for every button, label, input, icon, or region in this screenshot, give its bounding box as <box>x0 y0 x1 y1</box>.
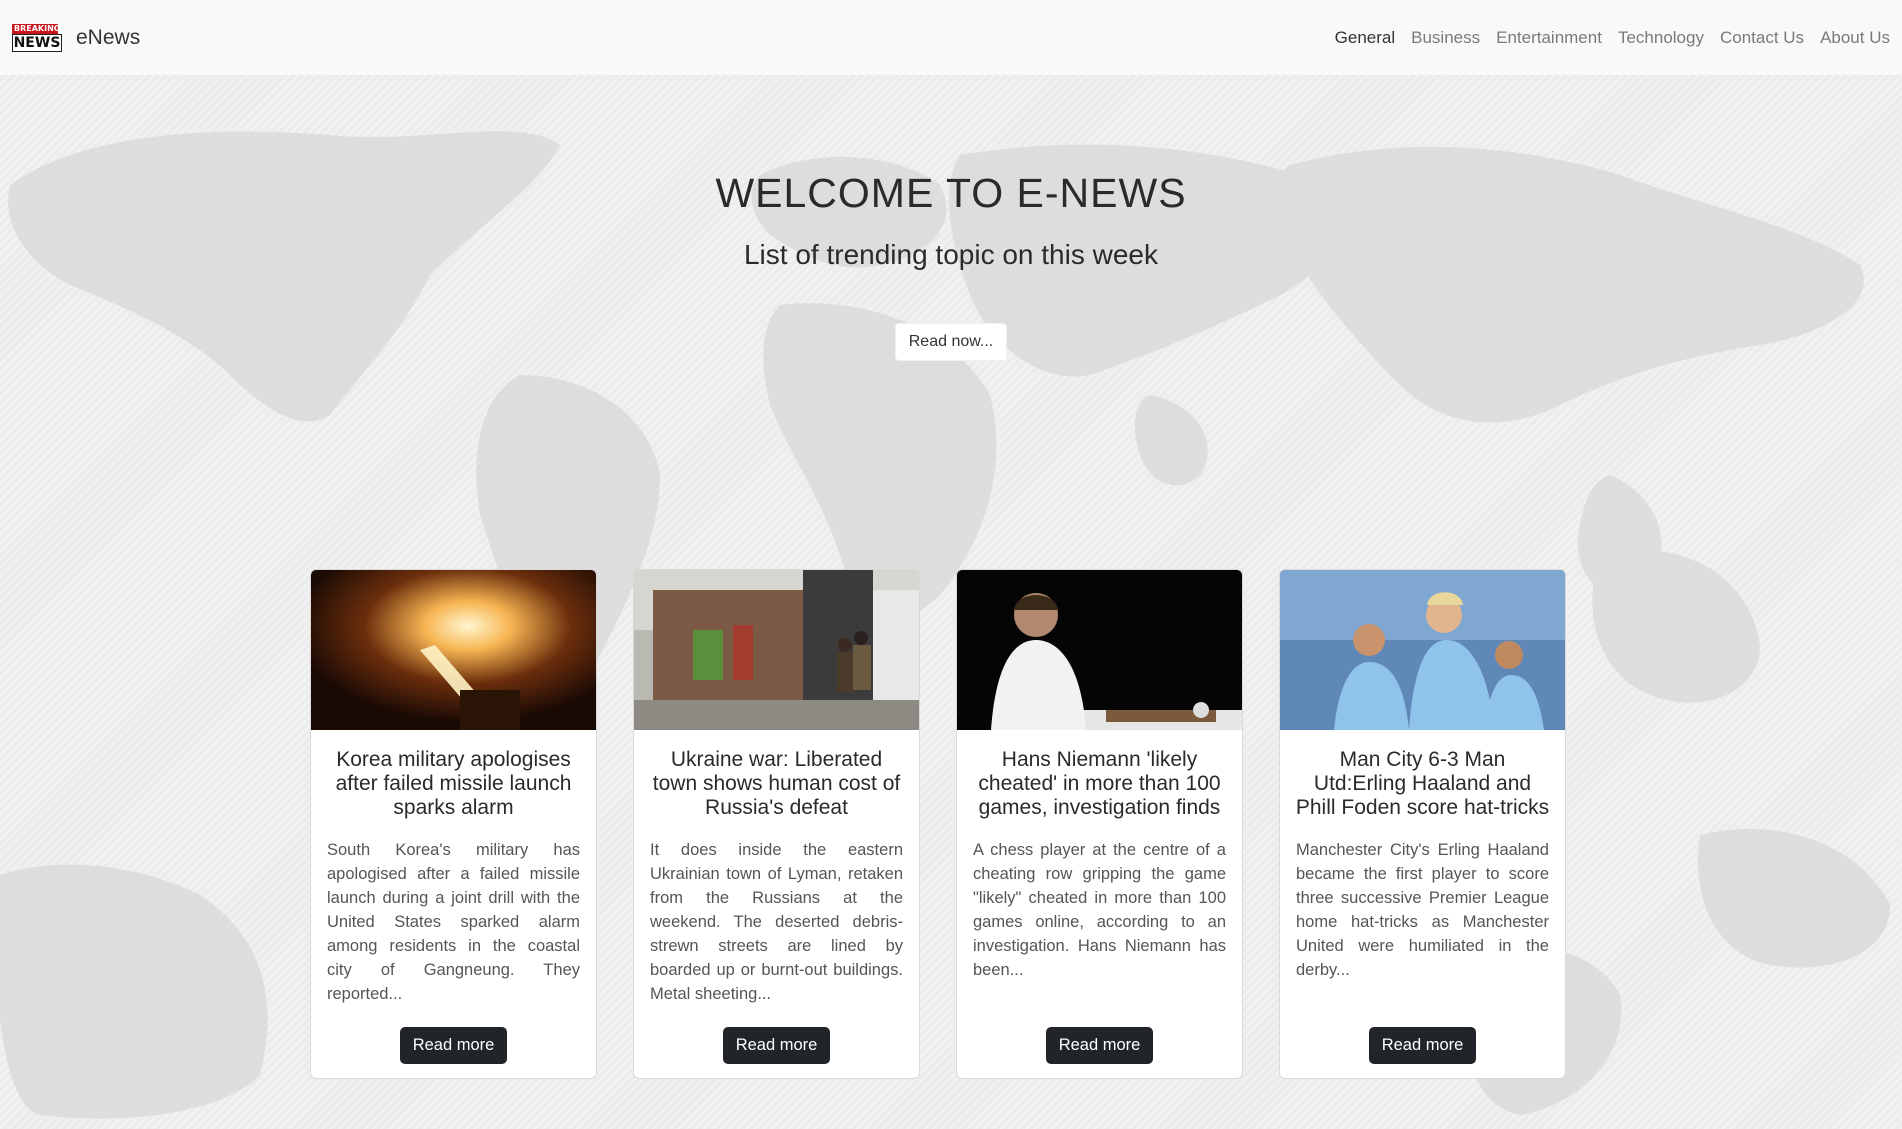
nav-link-technology[interactable]: Technology <box>1618 28 1704 48</box>
card-title: Ukraine war: Liberated town shows human … <box>652 748 901 819</box>
read-more-button[interactable]: Read more <box>1368 1027 1477 1064</box>
card-text: South Korea's military has apologised af… <box>327 841 580 1003</box>
brand-link[interactable]: BREAKING NEWS eNews <box>12 23 141 52</box>
read-more-button[interactable]: Read more <box>399 1027 508 1064</box>
hero-section: WELCOME TO E-NEWS List of trending topic… <box>0 75 1902 361</box>
read-more-button[interactable]: Read more <box>1045 1027 1154 1064</box>
news-card: Hans Niemann 'likely cheated' in more th… <box>956 569 1243 1079</box>
card-text: Manchester City's Erling Haaland became … <box>1296 841 1549 979</box>
card-title: Korea military apologises after failed m… <box>335 748 572 819</box>
nav-link-about-us[interactable]: About Us <box>1820 28 1890 48</box>
chess-player-image <box>957 570 1242 730</box>
football-players-image <box>1280 570 1565 730</box>
breaking-news-logo: BREAKING NEWS <box>12 23 62 52</box>
nav-link-entertainment[interactable]: Entertainment <box>1496 28 1602 48</box>
news-card: Korea military apologises after failed m… <box>310 569 597 1079</box>
logo-bottom-text: NEWS <box>12 33 62 52</box>
nav-link-business[interactable]: Business <box>1411 28 1480 48</box>
hero-subtitle: List of trending topic on this week <box>743 239 1158 270</box>
ukraine-street-image <box>634 570 919 730</box>
hero-title: WELCOME TO E-NEWS <box>715 170 1187 216</box>
missile-launch-image <box>311 570 596 730</box>
read-now-button[interactable]: Read now... <box>894 323 1008 361</box>
brand-name: eNews <box>76 25 141 49</box>
card-title: Hans Niemann 'likely cheated' in more th… <box>978 748 1221 819</box>
nav-links: General Business Entertainment Technolog… <box>1319 28 1890 48</box>
news-cards: Korea military apologises after failed m… <box>310 569 1566 1079</box>
card-text: It does inside the eastern Ukrainian tow… <box>650 841 903 1003</box>
nav-link-contact-us[interactable]: Contact Us <box>1720 28 1804 48</box>
news-card: Ukraine war: Liberated town shows human … <box>633 569 920 1079</box>
top-navbar: BREAKING NEWS eNews General Business Ent… <box>0 0 1902 75</box>
nav-link-general[interactable]: General <box>1335 28 1395 48</box>
card-title: Man City 6-3 Man Utd:Erling Haaland and … <box>1295 748 1550 819</box>
logo-top-text: BREAKING <box>12 23 61 34</box>
read-more-button[interactable]: Read more <box>722 1027 831 1064</box>
news-card: Man City 6-3 Man Utd:Erling Haaland and … <box>1279 569 1566 1079</box>
card-text: A chess player at the centre of a cheati… <box>973 841 1226 979</box>
